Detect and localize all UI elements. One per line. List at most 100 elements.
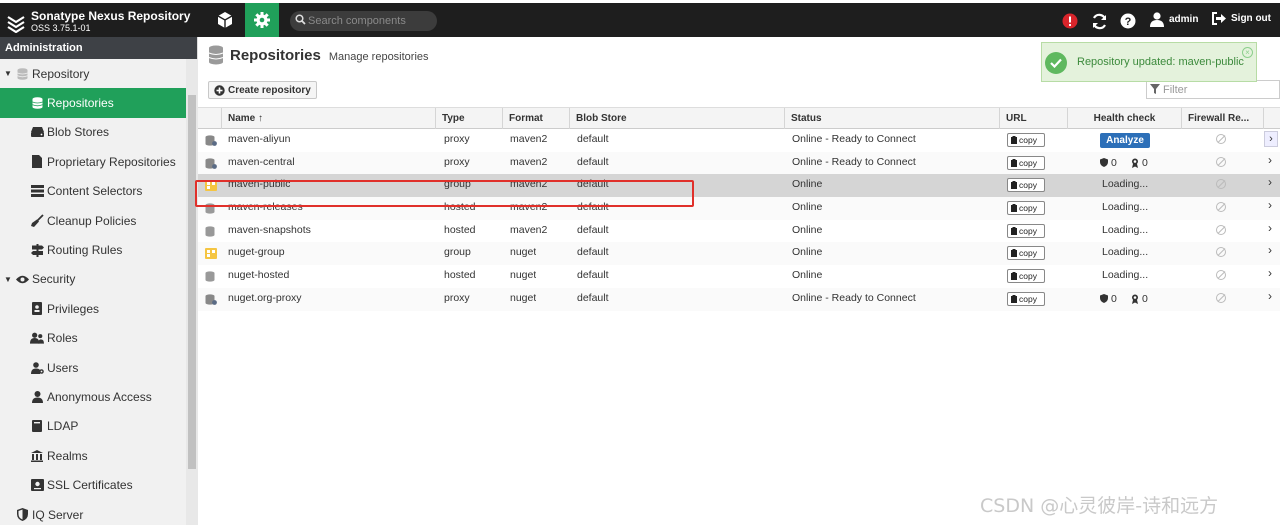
notification-toast: Repository updated: maven-public × xyxy=(1041,42,1257,82)
sidebar-item-anonymous-access[interactable]: Anonymous Access xyxy=(0,382,186,411)
analyze-button[interactable]: Analyze xyxy=(1100,133,1150,148)
sidebar-item-label: Cleanup Policies xyxy=(47,213,137,228)
sidebar-item-label: Realms xyxy=(47,448,88,463)
column-header-type[interactable]: Type xyxy=(436,108,503,129)
clipboard-icon xyxy=(1011,158,1017,167)
sidebar-item-users[interactable]: Users xyxy=(0,353,186,382)
filter-box[interactable] xyxy=(1146,80,1280,99)
top-header: Sonatype Nexus Repository OSS 3.75.1-01 xyxy=(0,0,1280,37)
chevron-right-icon[interactable]: › xyxy=(1268,198,1272,212)
chevron-right-icon[interactable]: › xyxy=(1268,221,1272,235)
sidebar-scrollbar[interactable] xyxy=(186,59,198,525)
repository-format: nuget xyxy=(510,269,537,282)
repository-name: nuget-group xyxy=(228,246,285,259)
copy-url-button[interactable]: copy xyxy=(1007,201,1045,216)
search-input[interactable] xyxy=(308,13,428,29)
chevron-right-icon[interactable]: › xyxy=(1268,175,1272,189)
sidebar-item-routing-rules[interactable]: Routing Rules xyxy=(0,235,186,264)
sidebar-scroll-thumb[interactable] xyxy=(188,95,196,469)
user-menu[interactable]: admin xyxy=(1150,12,1198,27)
browse-nav-button[interactable] xyxy=(208,3,242,37)
repository-status: Online xyxy=(792,223,823,236)
sign-out-button[interactable]: Sign out xyxy=(1212,12,1271,25)
copy-url-button[interactable]: copy xyxy=(1007,133,1045,147)
user-cog-icon xyxy=(30,361,44,375)
copy-url-button[interactable]: copy xyxy=(1007,223,1045,238)
table-row[interactable]: maven-aliyun proxy maven2 default Online - R… xyxy=(198,129,1280,152)
realm-icon xyxy=(30,449,44,463)
sidebar-item-label: LDAP xyxy=(47,419,79,434)
repository-status: Online - Ready to Connect xyxy=(792,155,916,168)
sidebar-item-privileges[interactable]: Privileges xyxy=(0,294,186,323)
ban-icon xyxy=(1216,202,1226,213)
database-icon xyxy=(208,45,224,65)
table-row[interactable]: nuget-hosted hosted nuget default Online copy… xyxy=(198,265,1280,288)
column-header-health-check[interactable]: Health check xyxy=(1068,108,1182,129)
repositories-grid: Name ↑ Type Format Blob Store Status URL Healt… xyxy=(198,107,1280,311)
chevron-right-icon[interactable]: › xyxy=(1268,153,1272,167)
document-icon xyxy=(30,155,44,169)
column-header-name[interactable]: Name ↑ xyxy=(222,108,436,129)
system-alert-button[interactable] xyxy=(1060,11,1080,31)
sidebar-item-security[interactable]: ▼ Security xyxy=(0,265,186,294)
sidebar-item-realms[interactable]: Realms xyxy=(0,441,186,470)
sidebar-item-repositories[interactable]: Repositories xyxy=(0,88,186,118)
copy-url-button[interactable]: copy xyxy=(1007,178,1045,193)
shield-icon xyxy=(1100,158,1108,168)
repository-blob-store: default xyxy=(577,291,609,304)
sign-out-icon xyxy=(1212,12,1226,25)
repository-status: Online xyxy=(792,178,823,191)
sidebar-item-label: Privileges xyxy=(47,301,100,316)
chevron-right-icon[interactable]: › xyxy=(1268,266,1272,280)
sidebar-item-label: Roles xyxy=(47,331,78,346)
chevron-right-icon[interactable]: › xyxy=(1268,243,1272,257)
id-badge-icon xyxy=(30,302,44,316)
table-row[interactable]: maven-central proxy maven2 default Online - … xyxy=(198,151,1280,175)
sidebar-item-ssl-certificates[interactable]: SSL Certificates xyxy=(0,470,186,499)
ban-icon xyxy=(1216,270,1226,281)
sidebar-item-content-selectors[interactable]: Content Selectors xyxy=(0,177,186,206)
column-header-format[interactable]: Format xyxy=(503,108,570,129)
column-header-firewall-re[interactable]: Firewall Re... xyxy=(1182,108,1264,129)
repository-type: proxy xyxy=(444,291,470,304)
expand-row-button[interactable]: › xyxy=(1264,131,1278,147)
sidebar-menu: ▼ Repository Repositories Blob Stores Propri… xyxy=(0,59,186,529)
sidebar-item-cleanup-policies[interactable]: Cleanup Policies xyxy=(0,206,186,235)
column-header-status[interactable]: Status xyxy=(785,108,1000,129)
table-row[interactable]: nuget-group group nuget default Online copy Lo… xyxy=(198,242,1280,266)
create-repository-button[interactable]: Create repository xyxy=(208,81,317,99)
admin-nav-button[interactable] xyxy=(245,3,279,37)
sidebar-item-repository[interactable]: ▼ Repository xyxy=(0,59,186,88)
close-icon[interactable]: × xyxy=(1242,47,1253,58)
filter-input[interactable] xyxy=(1163,82,1275,97)
caret-down-icon[interactable]: ▼ xyxy=(4,275,13,284)
repository-format: nuget xyxy=(510,246,537,259)
repository-status: Online xyxy=(792,246,823,259)
brand[interactable]: Sonatype Nexus Repository OSS 3.75.1-01 xyxy=(4,9,204,37)
table-row[interactable]: maven-snapshots hosted maven2 default Online… xyxy=(198,220,1280,243)
table-row[interactable]: nuget.org-proxy proxy nuget default Online -… xyxy=(198,287,1280,311)
ban-icon xyxy=(1216,179,1226,190)
copy-url-button[interactable]: copy xyxy=(1007,155,1045,170)
copy-url-button[interactable]: copy xyxy=(1007,246,1045,261)
user-icon xyxy=(1150,12,1164,27)
help-button[interactable]: ? xyxy=(1118,11,1138,31)
repository-blob-store: default xyxy=(577,155,609,168)
repository-name: maven-central xyxy=(228,155,295,168)
help-icon: ? xyxy=(1120,13,1136,29)
column-header-url[interactable]: URL xyxy=(1000,108,1068,129)
gear-icon xyxy=(254,12,270,28)
repository-blob-store: default xyxy=(577,269,609,282)
refresh-button[interactable] xyxy=(1089,11,1109,31)
column-header-blob-store[interactable]: Blob Store xyxy=(570,108,785,129)
caret-down-icon[interactable]: ▼ xyxy=(4,69,13,78)
sidebar-item-proprietary-repositories[interactable]: Proprietary Repositories xyxy=(0,147,186,176)
grid-body: maven-aliyun proxy maven2 default Online - R… xyxy=(198,129,1280,311)
sidebar-item-blob-stores[interactable]: Blob Stores xyxy=(0,118,186,147)
sidebar-item-ldap[interactable]: LDAP xyxy=(0,412,186,441)
sidebar-item-roles[interactable]: Roles xyxy=(0,324,186,353)
search-box[interactable] xyxy=(290,11,437,31)
copy-url-button[interactable]: copy xyxy=(1007,291,1045,306)
copy-url-button[interactable]: copy xyxy=(1007,269,1045,284)
chevron-right-icon[interactable]: › xyxy=(1268,289,1272,303)
